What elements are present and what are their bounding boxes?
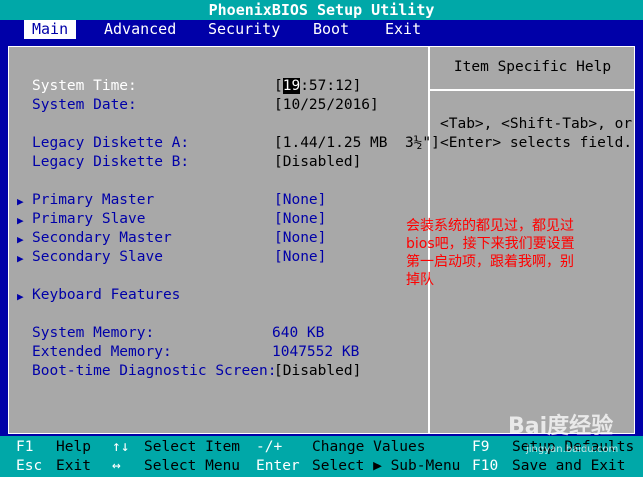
system-time-field[interactable]: [19:57:12]	[274, 78, 361, 94]
key-minus-plus: -/+	[256, 439, 283, 455]
submenu-arrow-icon: ▶	[17, 233, 24, 246]
tab-boot[interactable]: Boot	[305, 20, 357, 39]
watermark-url: jingyan.baidu.com	[526, 444, 619, 455]
legacy-diskette-a-field[interactable]: [1.44/1.25 MB 3½"]	[274, 135, 440, 151]
submenu-arrow-icon: ▶	[17, 195, 24, 208]
diagnostic-screen-label: Boot-time Diagnostic Screen:	[32, 363, 277, 379]
annotation-text: 会装系统的都见过，都见过bios吧，接下来我们要设置第一启动项，跟着我啊，别掉队	[406, 218, 575, 288]
legacy-diskette-a-label: Legacy Diskette A:	[32, 135, 190, 151]
baidu-logo: Bai度经验	[508, 414, 614, 439]
key-minus-plus-desc: Change Values	[312, 439, 426, 455]
primary-slave-value: [None]	[274, 211, 327, 227]
diagnostic-screen-field[interactable]: [Disabled]	[274, 363, 361, 379]
system-time-rest: :57:12]	[300, 78, 362, 94]
key-f9: F9	[472, 439, 490, 455]
help-separator	[430, 89, 635, 91]
secondary-slave-label[interactable]: Secondary Slave	[32, 249, 163, 265]
legacy-diskette-b-label: Legacy Diskette B:	[32, 154, 190, 170]
secondary-slave-value: [None]	[274, 249, 327, 265]
key-updown-desc: Select Item	[144, 439, 241, 455]
system-time-hour-cursor[interactable]: 19	[282, 78, 301, 94]
panel-border	[8, 46, 635, 47]
tab-security[interactable]: Security	[200, 20, 288, 39]
key-f1: F1	[16, 439, 34, 455]
key-enter-desc: Select ▶ Sub-Menu	[312, 458, 461, 474]
key-esc: Esc	[16, 458, 43, 474]
submenu-arrow-icon: ▶	[17, 290, 24, 303]
watermark: Bai度经验 jingyan.baidu.com	[508, 408, 638, 465]
system-time-label: System Time:	[32, 78, 137, 94]
primary-slave-label[interactable]: Primary Slave	[32, 211, 146, 227]
system-date-label: System Date:	[32, 97, 137, 113]
tab-advanced[interactable]: Advanced	[96, 20, 184, 39]
panel-border	[634, 46, 635, 434]
key-leftright: ↔	[112, 458, 121, 474]
tab-exit[interactable]: Exit	[377, 20, 429, 39]
secondary-master-value: [None]	[274, 230, 327, 246]
extended-memory-label: Extended Memory:	[32, 344, 172, 360]
legacy-diskette-b-field[interactable]: [Disabled]	[274, 154, 361, 170]
system-date-field[interactable]: [10/25/2016]	[274, 97, 379, 113]
help-text-line: <Enter> selects field.	[440, 135, 633, 151]
keyboard-features-label[interactable]: Keyboard Features	[32, 287, 180, 303]
key-updown: ↑↓	[112, 439, 130, 455]
system-memory-value: 640 KB	[272, 325, 325, 341]
system-memory-label: System Memory:	[32, 325, 155, 341]
tab-main[interactable]: Main	[24, 20, 77, 39]
secondary-master-label[interactable]: Secondary Master	[32, 230, 172, 246]
key-enter: Enter	[256, 458, 300, 474]
key-f1-desc: Help	[56, 439, 91, 455]
primary-master-value: [None]	[274, 192, 327, 208]
help-title: Item Specific Help	[453, 59, 612, 75]
help-text-line: <Tab>, <Shift-Tab>, or	[440, 116, 633, 132]
submenu-arrow-icon: ▶	[17, 252, 24, 265]
submenu-arrow-icon: ▶	[17, 214, 24, 227]
primary-master-label[interactable]: Primary Master	[32, 192, 154, 208]
key-esc-desc: Exit	[56, 458, 91, 474]
extended-memory-value: 1047552 KB	[272, 344, 360, 360]
panel-border	[8, 46, 9, 434]
key-f10: F10	[472, 458, 499, 474]
window-title: PhoenixBIOS Setup Utility	[208, 1, 435, 19]
key-leftright-desc: Select Menu	[144, 458, 241, 474]
